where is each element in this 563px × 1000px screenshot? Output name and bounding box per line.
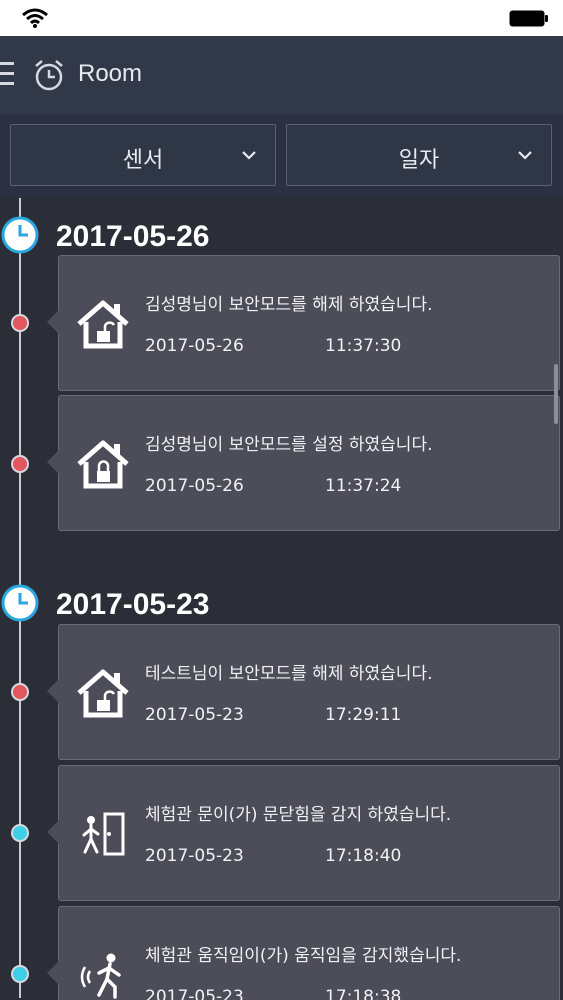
status-bar [0, 0, 563, 36]
event-date: 2017-05-26 [145, 476, 244, 496]
date-header: 2017-05-23 [0, 584, 563, 624]
event-timeline[interactable]: 2017-05-26 김성명님이 보안모드를 해제 하였습니다. 2017-05… [0, 198, 563, 1000]
home-lock-icon [77, 440, 129, 489]
event-message: 김성명님이 보안모드를 설정 하였습니다. [145, 435, 433, 455]
event-date: 2017-05-23 [145, 846, 244, 866]
event-card[interactable]: 김성명님이 보안모드를 해제 하였습니다. 2017-05-26 11:37:3… [47, 255, 560, 391]
door-sensor-icon [82, 812, 125, 856]
timeline-dot [11, 965, 29, 983]
clock-icon [1, 584, 39, 622]
filter-bar: 센서 일자 [0, 114, 563, 198]
event-date: 2017-05-23 [145, 987, 244, 1000]
timeline-dot [11, 683, 29, 701]
timeline-dot [11, 455, 29, 473]
wifi-icon [22, 8, 48, 28]
timeline-dot [11, 314, 29, 332]
chevron-down-icon [242, 151, 256, 160]
motion-sensor-icon [80, 953, 121, 999]
event-date: 2017-05-23 [145, 705, 244, 725]
event-time: 17:18:38 [325, 987, 402, 1000]
timeline-dot [11, 824, 29, 842]
date-filter-label: 일자 [398, 148, 440, 173]
date-header-label: 2017-05-26 [56, 220, 210, 253]
event-time: 17:29:11 [325, 705, 402, 725]
home-unlock-icon [77, 300, 129, 349]
event-time: 11:37:30 [325, 336, 402, 356]
menu-icon[interactable] [0, 61, 14, 87]
clock-icon [1, 216, 39, 254]
event-message: 체험관 문이(가) 문닫힘을 감지 하였습니다. [145, 805, 452, 825]
event-card[interactable]: 체험관 움직임이(가) 움직임을 감지했습니다. 2017-05-23 17:1… [47, 906, 560, 1000]
event-time: 17:18:40 [325, 846, 402, 866]
sensor-filter-label: 센서 [122, 148, 164, 173]
event-message: 체험관 움직임이(가) 움직임을 감지했습니다. [145, 946, 462, 966]
date-filter-dropdown[interactable]: 일자 [286, 124, 552, 186]
app-bar: Room [0, 36, 563, 114]
scrollbar-thumb[interactable] [554, 364, 558, 424]
battery-icon [509, 10, 548, 27]
sensor-filter-dropdown[interactable]: 센서 [10, 124, 276, 186]
event-date: 2017-05-26 [145, 336, 244, 356]
page-title: Room [78, 60, 143, 87]
date-header-label: 2017-05-23 [56, 588, 210, 621]
event-message: 김성명님이 보안모드를 해제 하였습니다. [145, 295, 433, 315]
alarm-clock-icon [35, 60, 63, 91]
event-card[interactable]: 체험관 문이(가) 문닫힘을 감지 하였습니다. 2017-05-23 17:1… [47, 765, 560, 901]
date-header: 2017-05-26 [0, 216, 563, 256]
event-card[interactable]: 김성명님이 보안모드를 설정 하였습니다. 2017-05-26 11:37:2… [47, 395, 560, 531]
event-card[interactable]: 테스트님이 보안모드를 해제 하였습니다. 2017-05-23 17:29:1… [47, 624, 560, 760]
event-message: 테스트님이 보안모드를 해제 하였습니다. [145, 664, 433, 684]
chevron-down-icon [518, 151, 532, 160]
event-time: 11:37:24 [325, 476, 402, 496]
home-unlock-icon [77, 669, 129, 718]
